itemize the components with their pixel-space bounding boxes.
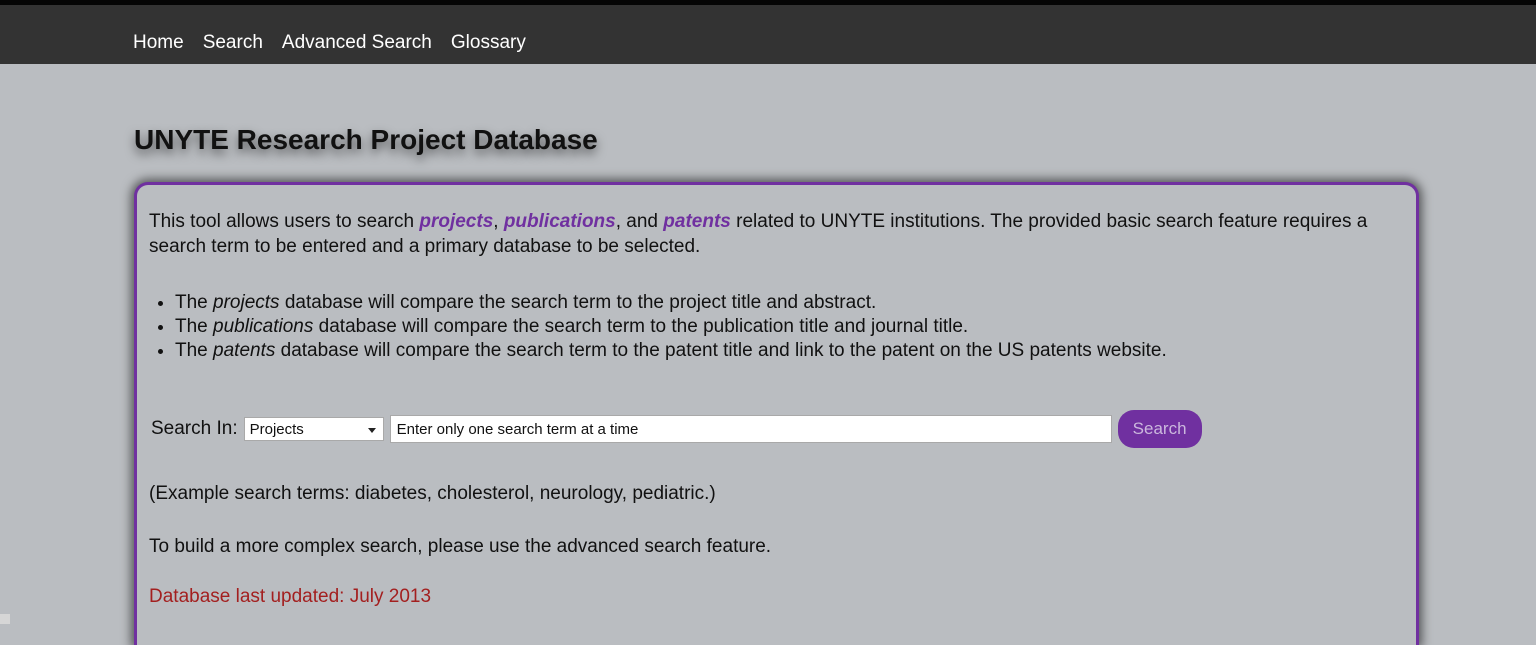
database-select-value: Projects	[249, 421, 304, 438]
nav-home-link[interactable]: Home	[133, 32, 184, 54]
nav-search-link[interactable]: Search	[203, 32, 263, 54]
keyword-publications: publications	[503, 211, 616, 232]
list-item-text: database will compare the search term to…	[275, 340, 1167, 361]
list-item-db-name: projects	[213, 292, 280, 313]
database-select[interactable]: Projects	[243, 417, 384, 441]
list-item-projects: The projects database will compare the s…	[175, 291, 1167, 315]
list-item-prefix: The	[175, 292, 214, 313]
intro-text-1: This tool allows users to search	[149, 211, 420, 232]
database-description-list: The projects database will compare the s…	[149, 291, 1167, 363]
corner-fragment	[0, 614, 10, 624]
list-item-text: database will compare the search term to…	[279, 292, 877, 313]
intro-sep-1: ,	[493, 211, 504, 232]
keyword-patents: patents	[663, 211, 731, 232]
search-input[interactable]	[389, 415, 1112, 443]
nav-menu: Home Search Advanced Search Glossary	[133, 32, 545, 54]
list-item-patents: The patents database will compare the se…	[175, 339, 1167, 363]
list-item-db-name: patents	[213, 340, 276, 361]
search-form: Search In: Projects Search	[151, 410, 1202, 448]
list-item-prefix: The	[175, 316, 214, 337]
list-item-publications: The publications database will compare t…	[175, 315, 1167, 339]
list-item-prefix: The	[175, 340, 214, 361]
list-item-text: database will compare the search term to…	[313, 316, 969, 337]
dropdown-arrow-icon	[367, 428, 376, 433]
keyword-projects: projects	[419, 211, 494, 232]
intro-paragraph: This tool allows users to search project…	[149, 209, 1399, 259]
example-terms-text: (Example search terms: diabetes, cholest…	[149, 483, 716, 504]
search-panel: This tool allows users to search project…	[134, 182, 1419, 645]
page-title: UNYTE Research Project Database	[134, 124, 598, 155]
search-in-label: Search In:	[151, 418, 238, 439]
advanced-search-hint: To build a more complex search, please u…	[149, 536, 772, 557]
search-button[interactable]: Search	[1117, 410, 1202, 448]
list-item-db-name: publications	[213, 316, 314, 337]
nav-glossary-link[interactable]: Glossary	[451, 32, 526, 54]
navbar: Home Search Advanced Search Glossary	[0, 5, 1536, 64]
intro-sep-2: , and	[615, 211, 664, 232]
last-updated-text: Database last updated: July 2013	[149, 586, 432, 607]
nav-advanced-search-link[interactable]: Advanced Search	[282, 32, 432, 54]
